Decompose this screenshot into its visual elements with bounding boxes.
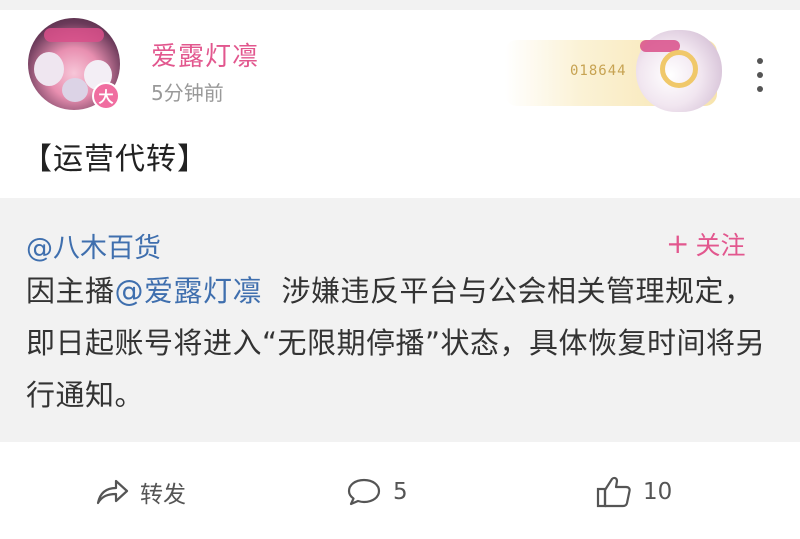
more-dot [757, 58, 763, 64]
repost-author[interactable]: @八木百货 [26, 226, 161, 265]
comment-count: 5 [393, 479, 408, 505]
comment-button[interactable]: 5 [345, 472, 408, 512]
mention-link[interactable]: @爱露灯凛 [115, 274, 263, 308]
more-dot [757, 72, 763, 78]
repost-icon [96, 479, 129, 505]
avatar-logo [44, 28, 104, 42]
top-divider [0, 0, 800, 10]
more-dot [757, 86, 763, 92]
repost-body: 因主播@爱露灯凛 涉嫌违反平台与公会相关管理规定，即日起账号将进入“无限期停播”… [26, 265, 776, 421]
repost-label: 转发 [140, 482, 186, 508]
comment-icon [347, 478, 381, 506]
like-count: 10 [643, 479, 673, 505]
like-button[interactable]: 10 [595, 472, 672, 512]
level-badge: 大 [92, 82, 120, 110]
decoration-art [636, 30, 722, 112]
plus-icon: + [666, 227, 690, 260]
like-icon [596, 476, 631, 508]
follow-label: 关注 [695, 231, 746, 260]
avatar-art-left [34, 52, 64, 86]
author-name[interactable]: 爱露灯凛 [151, 36, 259, 73]
avatar-art-bottom [62, 78, 88, 102]
repost-button[interactable]: 转发 [94, 472, 186, 512]
repost-body-prefix: 因主播 [26, 274, 115, 308]
post-timestamp: 5分钟前 [151, 81, 224, 105]
decoration-number: 018644 [570, 63, 627, 79]
more-icon[interactable] [746, 58, 774, 92]
post-text: 【运营代转】 [22, 142, 208, 177]
follow-button[interactable]: + 关注 [666, 226, 745, 262]
decoration-ring [660, 50, 698, 88]
